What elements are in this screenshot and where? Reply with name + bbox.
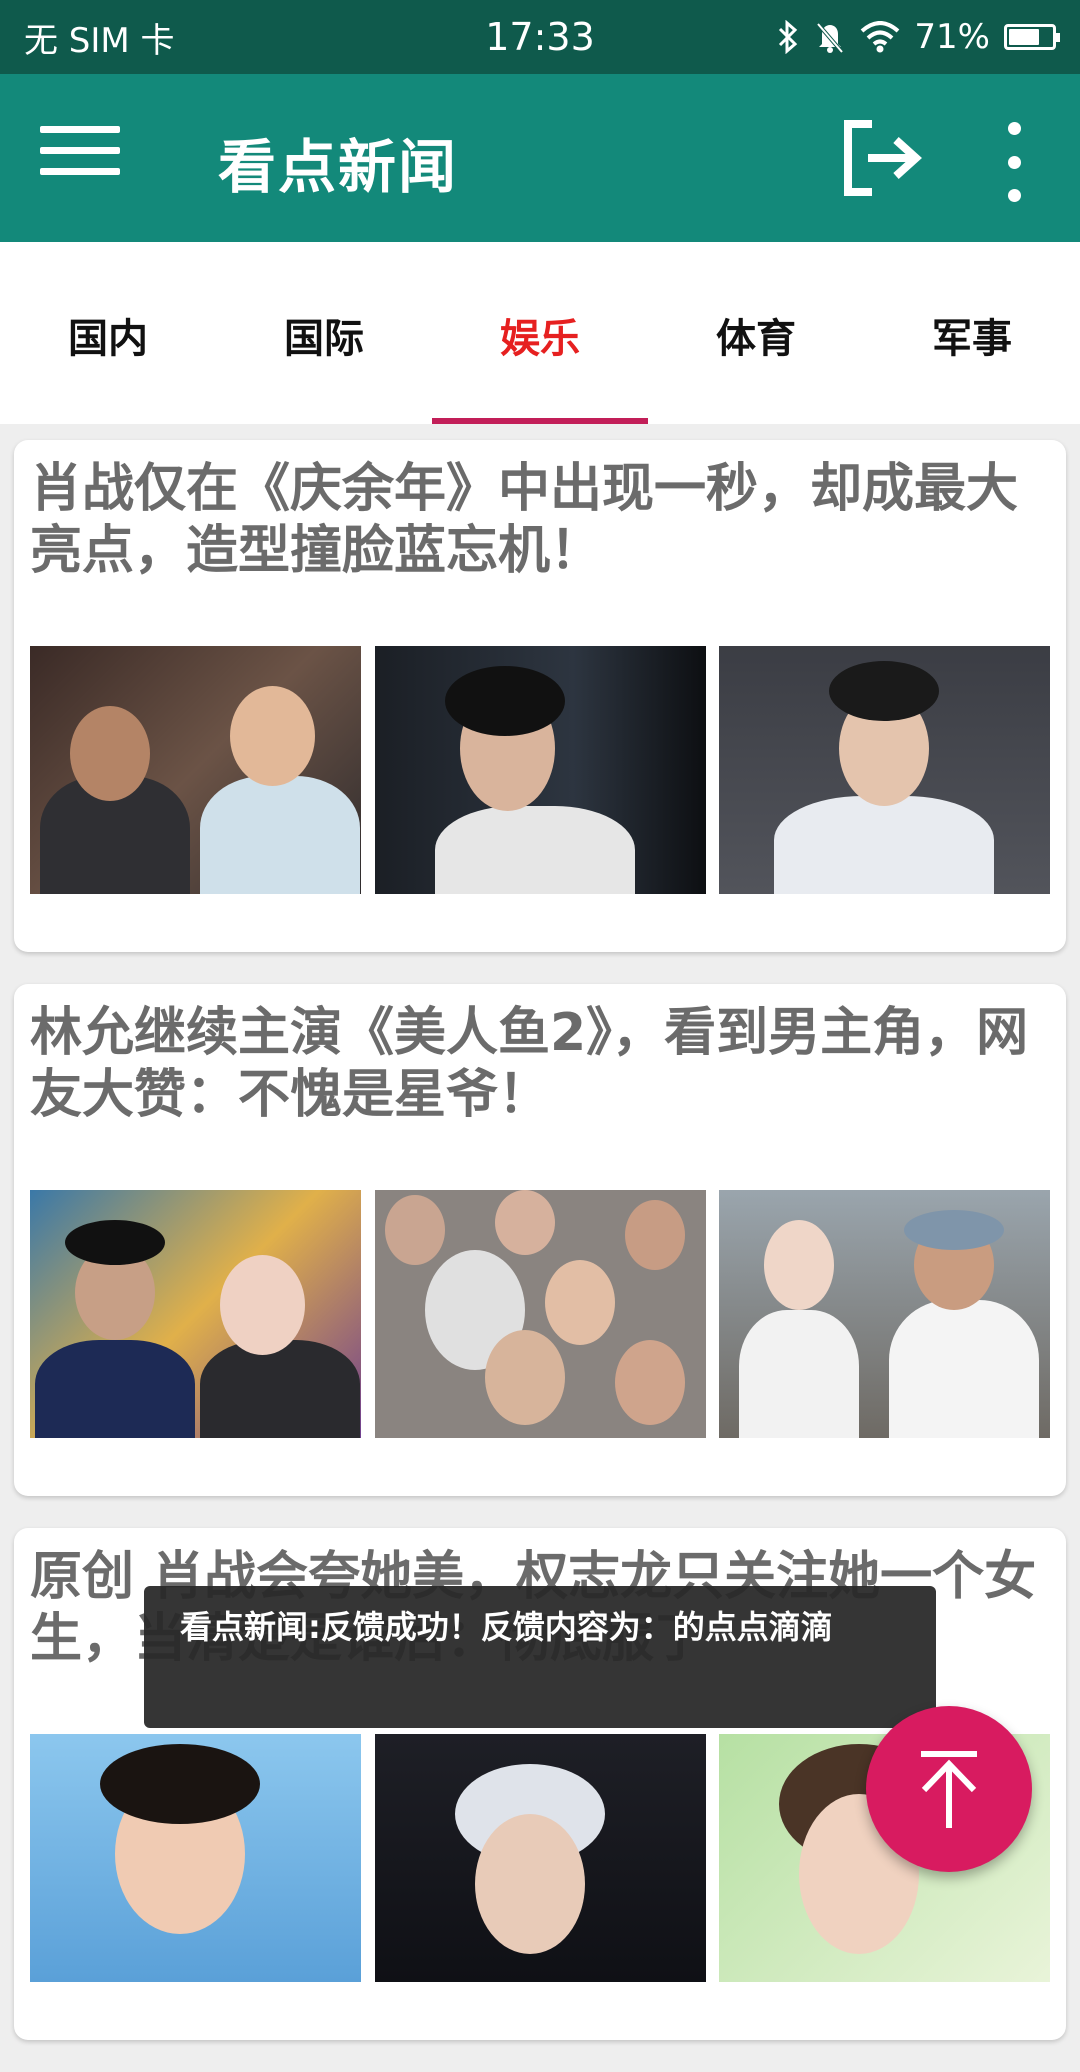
carrier-label: 无 SIM 卡 <box>24 20 175 61</box>
battery-icon <box>1004 24 1060 50</box>
news-thumbnail[interactable] <box>374 646 706 894</box>
news-thumbnail[interactable] <box>30 1734 361 1982</box>
back-to-top-button[interactable] <box>866 1706 1032 1872</box>
news-thumbnail[interactable] <box>374 1734 706 1982</box>
battery-percent: 71% <box>914 17 990 57</box>
category-tabs: 国内 国际 娱乐 体育 军事 <box>0 242 1080 424</box>
news-card[interactable]: 林允继续主演《美人鱼2》，看到男主角，网友大赞：不愧是星爷！ <box>14 984 1066 1496</box>
news-thumbnail[interactable] <box>374 1190 706 1438</box>
battery-fill <box>1009 29 1039 45</box>
status-bar: 无 SIM 卡 17:33 71% <box>0 0 1080 74</box>
news-thumbnail[interactable] <box>719 646 1050 894</box>
thumbnail-row <box>30 646 1050 894</box>
arrow-up-to-top-icon <box>921 1751 977 1828</box>
news-thumbnail[interactable] <box>30 1190 361 1438</box>
bluetooth-icon <box>779 20 798 54</box>
logout-icon[interactable] <box>838 116 928 200</box>
status-icons: 71% <box>776 17 1060 57</box>
more-vert-icon[interactable] <box>990 122 1038 202</box>
tab-indicator <box>432 418 648 424</box>
news-card[interactable]: 肖战仅在《庆余年》中出现一秒，却成最大亮点，造型撞脸蓝忘机！ <box>14 440 1066 952</box>
wifi-icon <box>861 21 900 53</box>
news-thumbnail[interactable] <box>30 646 361 894</box>
news-title[interactable]: 林允继续主演《美人鱼2》，看到男主角，网友大赞：不愧是星爷！ <box>30 1002 1050 1126</box>
hamburger-menu-icon[interactable] <box>40 126 120 186</box>
tab-international[interactable]: 国际 <box>216 242 432 424</box>
tab-sports[interactable]: 体育 <box>648 242 864 424</box>
tab-entertainment[interactable]: 娱乐 <box>432 242 648 424</box>
mute-bell-icon <box>816 22 844 54</box>
app-bar: 看点新闻 <box>0 74 1080 242</box>
tab-military[interactable]: 军事 <box>864 242 1080 424</box>
news-thumbnail[interactable] <box>719 1190 1050 1438</box>
thumbnail-row <box>30 1190 1050 1438</box>
news-title[interactable]: 肖战仅在《庆余年》中出现一秒，却成最大亮点，造型撞脸蓝忘机！ <box>30 458 1050 582</box>
toast-message: 看点新闻:反馈成功！反馈内容为：的点点滴滴 <box>144 1586 936 1728</box>
tab-domestic[interactable]: 国内 <box>0 242 216 424</box>
app-title: 看点新闻 <box>218 133 459 201</box>
